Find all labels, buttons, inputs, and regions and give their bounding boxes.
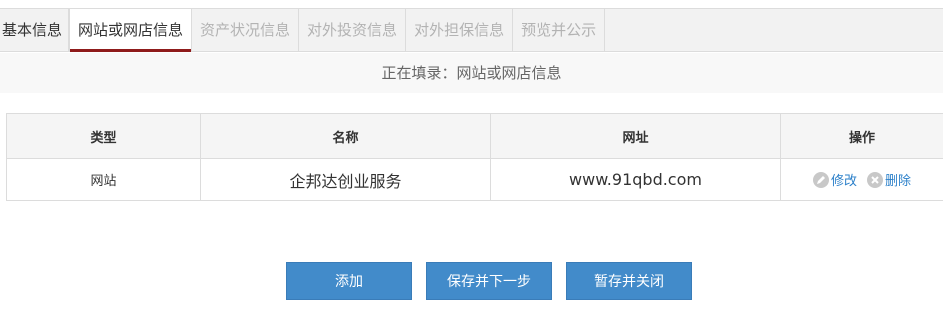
tab-website-info[interactable]: 网站或网店信息 — [69, 9, 193, 52]
edit-label: 修改 — [830, 174, 857, 189]
delete-label: 删除 — [885, 174, 912, 189]
cell-name: 企邦达创业服务 — [200, 158, 491, 201]
header-actions: 操作 — [780, 113, 943, 159]
pencil-icon — [812, 171, 829, 188]
tab-assets-info[interactable]: 资产状况信息 — [192, 9, 300, 51]
delete-button[interactable]: 删除 — [867, 170, 911, 189]
close-icon — [867, 171, 883, 188]
tab-bar: 基本信息 网站或网店信息 资产状况信息 对外投资信息 对外担保信息 预览并公示 — [0, 8, 943, 52]
website-table: 类型 名称 网址 操作 网站 企邦达创业服务 www.91qbd.com 修改 — [6, 113, 943, 201]
cell-url: www.91qbd.com — [490, 158, 781, 201]
header-name: 名称 — [200, 113, 491, 159]
cell-actions: 修改 删除 — [780, 158, 943, 201]
table-row: 网站 企邦达创业服务 www.91qbd.com 修改 删除 — [6, 158, 943, 201]
header-type: 类型 — [6, 113, 201, 159]
tab-investment-info[interactable]: 对外投资信息 — [299, 9, 407, 51]
save-close-button[interactable]: 暂存并关闭 — [566, 262, 692, 300]
tab-basic-info[interactable]: 基本信息 — [0, 9, 70, 51]
cell-type: 网站 — [6, 158, 201, 201]
add-button[interactable]: 添加 — [286, 262, 412, 300]
table-header-row: 类型 名称 网址 操作 — [6, 113, 943, 159]
filling-status: 正在填录：网站或网店信息 — [0, 53, 943, 93]
header-url: 网址 — [490, 113, 781, 159]
save-next-button[interactable]: 保存并下一步 — [426, 262, 552, 300]
tab-preview-publish[interactable]: 预览并公示 — [513, 9, 606, 51]
edit-button[interactable]: 修改 — [812, 170, 857, 189]
tab-guarantee-info[interactable]: 对外担保信息 — [406, 9, 514, 51]
